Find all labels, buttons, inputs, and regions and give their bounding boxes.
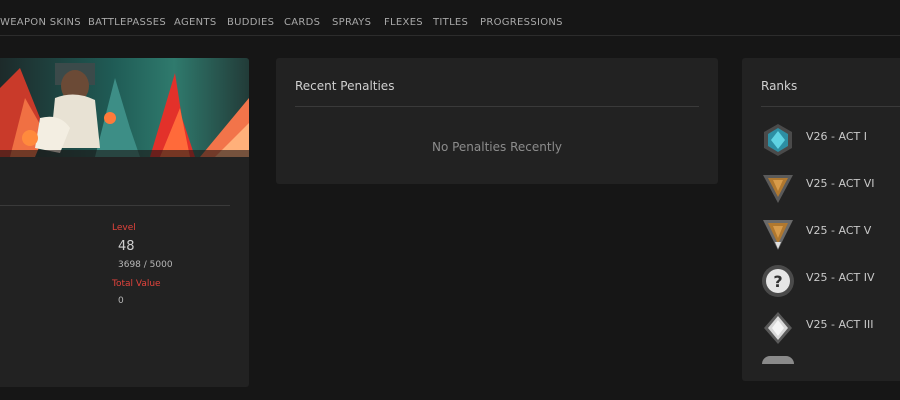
rank-icon-partial [762,356,794,364]
svg-text:?: ? [773,272,782,291]
xp-progress-text: 3698 / 5000 [118,260,173,270]
rank-item[interactable]: ? V25 - ACT IV [760,261,900,299]
profile-panel: Level 48 3698 / 5000 Total Value 0 [0,58,249,387]
nav-cards[interactable]: CARDS [284,17,320,28]
level-value: 48 [118,239,135,254]
recent-penalties-panel: Recent Penalties No Penalties Recently [276,58,718,184]
rank-silver-icon [764,312,792,344]
nav-agents[interactable]: AGENTS [174,17,216,28]
rank-bronze-icon [763,220,793,250]
nav-battlepasses[interactable]: BATTLEPASSES [88,17,166,28]
rank-bronze-icon [763,175,793,203]
total-value: 0 [118,296,124,306]
nav-weapon-skins[interactable]: WEAPON SKINS [0,17,81,28]
nav-sprays[interactable]: SPRAYS [332,17,371,28]
ranks-title: Ranks [761,79,798,93]
level-label: Level [112,223,136,233]
rank-label: V25 - ACT V [806,224,872,237]
profile-divider [0,205,230,206]
rank-label: V25 - ACT VI [806,177,875,190]
nav-flexes[interactable]: FLEXES [384,17,423,28]
rank-label: V25 - ACT III [806,318,874,331]
rank-item[interactable]: V25 - ACT III [760,308,900,346]
rank-label: V26 - ACT I [806,130,867,143]
rank-label: V25 - ACT IV [806,271,875,284]
rank-unranked-icon: ? [762,265,794,297]
nav-buddies[interactable]: BUDDIES [227,17,274,28]
rank-item[interactable]: V26 - ACT I [760,120,900,158]
top-nav: WEAPON SKINS BATTLEPASSES AGENTS BUDDIES… [0,0,900,36]
rank-item[interactable]: V25 - ACT V [760,214,900,252]
player-card-banner [0,58,249,157]
ranks-divider [761,106,900,107]
nav-progressions[interactable]: PROGRESSIONS [480,17,563,28]
penalties-title: Recent Penalties [295,79,395,93]
nav-titles[interactable]: TITLES [433,17,468,28]
rank-item[interactable]: V25 - ACT VI [760,167,900,205]
ranks-panel: Ranks V26 - ACT I V25 - ACT VI V25 - ACT… [742,58,900,381]
player-card-art [0,58,249,157]
rank-diamond-icon [764,124,792,156]
penalties-divider [295,106,699,107]
total-value-label: Total Value [112,279,161,289]
no-penalties-message: No Penalties Recently [431,140,562,154]
